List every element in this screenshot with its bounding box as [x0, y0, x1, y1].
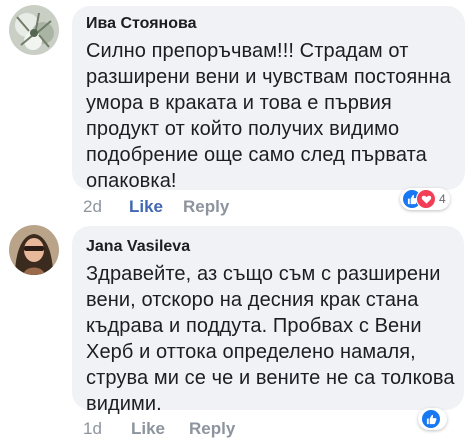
comments-section: Ива Стоянова Силно препоръчвам!!! Страда…: [0, 0, 474, 445]
comment-age[interactable]: 1d: [83, 419, 102, 439]
reaction-summary[interactable]: 4: [400, 188, 450, 210]
avatar-image: [9, 5, 59, 55]
avatar[interactable]: [9, 5, 59, 55]
comment-author[interactable]: Jana Vasileva: [86, 238, 190, 256]
like-button[interactable]: Like: [131, 419, 165, 439]
reply-button[interactable]: Reply: [189, 419, 235, 439]
avatar-image: [9, 225, 59, 275]
reply-button[interactable]: Reply: [183, 197, 229, 217]
reaction-count: 4: [439, 192, 446, 206]
comment-bubble: Jana Vasileva Здравейте, аз също съм с р…: [72, 226, 464, 415]
comment-bubble: Ива Стоянова Силно препоръчвам!!! Страда…: [72, 6, 465, 192]
comment-actions: 2d Like Reply: [83, 197, 283, 219]
love-icon: [416, 189, 436, 209]
comment-author[interactable]: Ива Стоянова: [86, 15, 197, 33]
comment-text: Здравейте, аз също съм с разширени вени,…: [86, 263, 455, 415]
comment-text: Силно препоръчвам!!! Страдам от разширен…: [86, 40, 451, 192]
like-icon: [421, 409, 441, 429]
reaction-summary[interactable]: [418, 408, 447, 430]
avatar[interactable]: [9, 225, 59, 275]
comment-actions: 1d Like Reply: [83, 419, 283, 441]
comment-age[interactable]: 2d: [83, 197, 102, 217]
like-button[interactable]: Like: [129, 197, 163, 217]
